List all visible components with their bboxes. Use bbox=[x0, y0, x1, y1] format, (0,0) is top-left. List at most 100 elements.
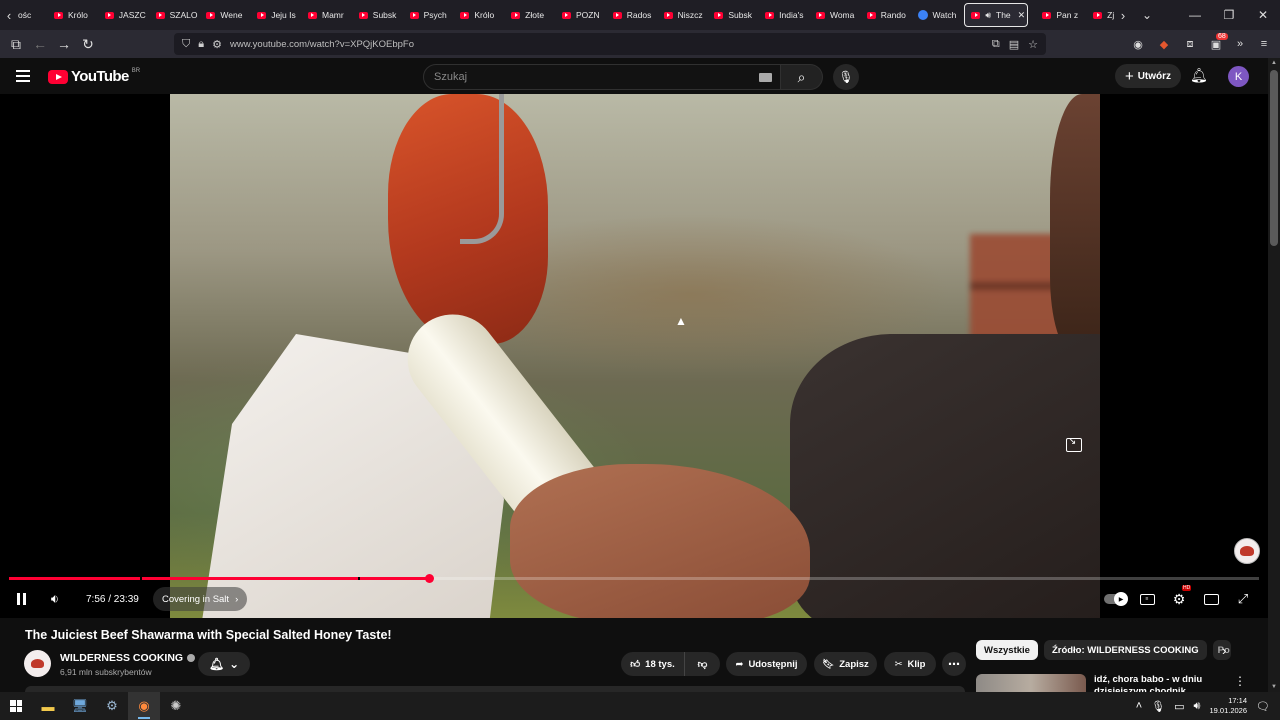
scroll-up-icon[interactable]: ▲ bbox=[1271, 60, 1277, 66]
volume-icon[interactable]: 🔉︎ bbox=[46, 589, 64, 609]
browser-tab[interactable]: Watch bbox=[910, 0, 961, 30]
notification-settings-button[interactable]: 🔔︎ ⌄ bbox=[198, 652, 250, 676]
bookmark-star-icon[interactable]: ☆ bbox=[1028, 38, 1038, 51]
list-all-tabs-icon[interactable]: ⌄ bbox=[1132, 8, 1162, 22]
chapter-button[interactable]: Covering in Salt › bbox=[153, 587, 247, 611]
url-text[interactable]: www.youtube.com/watch?v=XPQjKOEbpFo bbox=[230, 39, 414, 50]
vpn-extension-icon[interactable]: ◉ bbox=[1126, 30, 1150, 58]
browser-tab[interactable]: POZN bbox=[554, 0, 605, 30]
browser-tab[interactable]: Subsk bbox=[351, 0, 402, 30]
chips-next-icon[interactable]: › bbox=[1222, 643, 1226, 658]
progress-bar[interactable] bbox=[9, 574, 1259, 583]
adblock-extension-icon[interactable]: ▣ 68 bbox=[1204, 30, 1228, 58]
browser-tab[interactable]: Królo bbox=[46, 0, 97, 30]
file-explorer-icon[interactable]: ▬ bbox=[32, 692, 64, 720]
start-button[interactable] bbox=[0, 692, 32, 720]
browser-tab[interactable]: Pan z bbox=[1034, 0, 1085, 30]
open-miniplayer-icon[interactable] bbox=[1066, 436, 1082, 452]
browser-tab[interactable]: Woma bbox=[808, 0, 859, 30]
tab-scroll-right-icon[interactable]: › bbox=[1114, 0, 1132, 30]
volume-tray-icon[interactable]: 🔊︎ bbox=[1194, 700, 1201, 713]
autoplay-toggle[interactable]: ▶ bbox=[1104, 589, 1128, 609]
browser-tab[interactable]: India's bbox=[757, 0, 808, 30]
browser-tab[interactable]: Mamr bbox=[300, 0, 351, 30]
browser-tab[interactable]: JASZC bbox=[97, 0, 148, 30]
hamburger-menu-icon[interactable] bbox=[16, 70, 30, 85]
close-window-icon[interactable]: ✕ bbox=[1246, 8, 1280, 22]
more-actions-button[interactable]: ⋯ bbox=[942, 652, 966, 676]
shield-icon[interactable]: ⛉ bbox=[182, 38, 190, 51]
browser-tab[interactable]: Jeju Is bbox=[249, 0, 300, 30]
restore-icon[interactable]: ❐ bbox=[1212, 8, 1246, 22]
clock[interactable]: 17:14 19.01.2026 bbox=[1209, 696, 1247, 716]
browser-tab[interactable]: Niszcz bbox=[656, 0, 707, 30]
pause-button[interactable] bbox=[14, 589, 28, 609]
reader-view-icon[interactable]: ▤ bbox=[1009, 38, 1019, 51]
save-button[interactable]: 🔖︎ Zapisz bbox=[814, 652, 877, 676]
keyboard-icon[interactable] bbox=[759, 73, 772, 82]
microphone-tray-icon[interactable]: 🎙︎ bbox=[1151, 700, 1165, 713]
address-bar[interactable]: ⛉ 🔒︎ ⚙ www.youtube.com/watch?v=XPQjKOEbp… bbox=[174, 33, 1046, 55]
youtube-logo[interactable]: YouTube BR bbox=[48, 68, 140, 85]
share-button[interactable]: ➦ Udostępnij bbox=[726, 652, 807, 676]
channel-avatar[interactable] bbox=[24, 650, 51, 677]
recommendation-thumbnail[interactable] bbox=[976, 674, 1086, 692]
scrollbar-thumb[interactable] bbox=[1270, 70, 1278, 246]
browser-tab[interactable]: Psych bbox=[402, 0, 453, 30]
back-icon[interactable]: ← bbox=[28, 30, 52, 58]
picture-in-picture-icon[interactable]: ⧉ bbox=[992, 38, 1000, 51]
browser-tab[interactable]: SZALO bbox=[148, 0, 199, 30]
close-tab-icon[interactable]: ✕ bbox=[1018, 10, 1026, 21]
channel-name-row[interactable]: WILDERNESS COOKING bbox=[60, 652, 196, 664]
video-player[interactable]: ▲ 🔉︎ 7:56 / 23:39 Covering in Salt › ▶ ≡… bbox=[0, 94, 1268, 618]
notifications-icon[interactable]: 🗨︎ bbox=[1256, 700, 1270, 713]
recommendation-menu-icon[interactable]: ⋮ bbox=[1234, 674, 1246, 688]
permissions-icon[interactable]: ⚙ bbox=[212, 38, 222, 51]
browser-tab[interactable]: Zjeżdż bbox=[1085, 0, 1114, 30]
network-icon[interactable]: ▭ bbox=[1174, 700, 1184, 713]
account-avatar[interactable]: K bbox=[1228, 66, 1249, 87]
scroll-down-icon[interactable]: ▼ bbox=[1271, 684, 1277, 690]
tab-scroll-left-icon[interactable]: ‹ bbox=[0, 0, 18, 30]
clip-button[interactable]: ✂ Klip bbox=[884, 652, 936, 676]
dislike-button[interactable]: 👎︎ bbox=[684, 652, 720, 676]
steam-icon[interactable]: ⚙ bbox=[96, 692, 128, 720]
forward-icon[interactable]: → bbox=[52, 30, 76, 58]
recommendation-title[interactable]: idź, chora babo - w dniu dzisiejszym cho… bbox=[1094, 674, 1224, 692]
search-input[interactable] bbox=[434, 71, 734, 83]
settings-button[interactable]: ⚙ bbox=[1170, 589, 1188, 609]
browser-tab[interactable]: 🔊︎ The ✕ bbox=[964, 3, 1029, 27]
show-hidden-icons-icon[interactable]: ˄ bbox=[1136, 700, 1142, 712]
subtitles-button[interactable]: ≡ bbox=[1138, 589, 1156, 609]
search-button[interactable]: ⌕ bbox=[781, 64, 823, 90]
app-taskbar-icon[interactable]: ✺ bbox=[160, 692, 192, 720]
browser-tab[interactable]: Wene bbox=[198, 0, 249, 30]
scrubber-handle[interactable] bbox=[424, 574, 434, 583]
video-frame[interactable] bbox=[170, 94, 1100, 618]
chip-all[interactable]: Wszystkie bbox=[976, 640, 1038, 660]
fullscreen-button[interactable]: ⤢ bbox=[1234, 589, 1252, 609]
reload-icon[interactable]: ↻ bbox=[76, 30, 100, 58]
like-button[interactable]: 👍︎ 18 tys. bbox=[621, 652, 684, 676]
browser-tab[interactable]: Złote bbox=[503, 0, 554, 30]
browser-tab[interactable]: Królo bbox=[452, 0, 503, 30]
page-scrollbar[interactable]: ▲ ▼ bbox=[1268, 58, 1280, 692]
remote-desktop-icon[interactable]: 🖥︎ bbox=[64, 692, 96, 720]
fox-extension-icon[interactable]: ◆ bbox=[1152, 30, 1176, 58]
extensions-icon[interactable]: ⧈ bbox=[1178, 30, 1202, 58]
channel-name[interactable]: WILDERNESS COOKING bbox=[60, 652, 183, 664]
notifications-bell-icon[interactable]: 🔔︎ bbox=[1190, 67, 1208, 84]
create-button[interactable]: + Utwórz bbox=[1115, 64, 1181, 88]
lock-icon[interactable]: 🔒︎ bbox=[198, 38, 204, 51]
browser-tab[interactable]: Rados bbox=[605, 0, 656, 30]
minimize-icon[interactable]: — bbox=[1178, 8, 1212, 22]
browser-tab[interactable]: Rando bbox=[859, 0, 910, 30]
overflow-menu-icon[interactable]: » bbox=[1228, 30, 1252, 58]
channel-watermark[interactable] bbox=[1234, 538, 1260, 564]
app-menu-icon[interactable]: ≡ bbox=[1252, 30, 1276, 58]
firefox-taskbar-icon[interactable]: ◉ bbox=[128, 692, 160, 720]
browser-tab[interactable]: Subsk bbox=[706, 0, 757, 30]
tab-audio-icon[interactable]: 🔊︎ bbox=[985, 10, 991, 21]
chip-source-channel[interactable]: Źródło: WILDERNESS COOKING bbox=[1043, 640, 1207, 660]
voice-search-button[interactable]: 🎙︎ bbox=[833, 64, 859, 90]
